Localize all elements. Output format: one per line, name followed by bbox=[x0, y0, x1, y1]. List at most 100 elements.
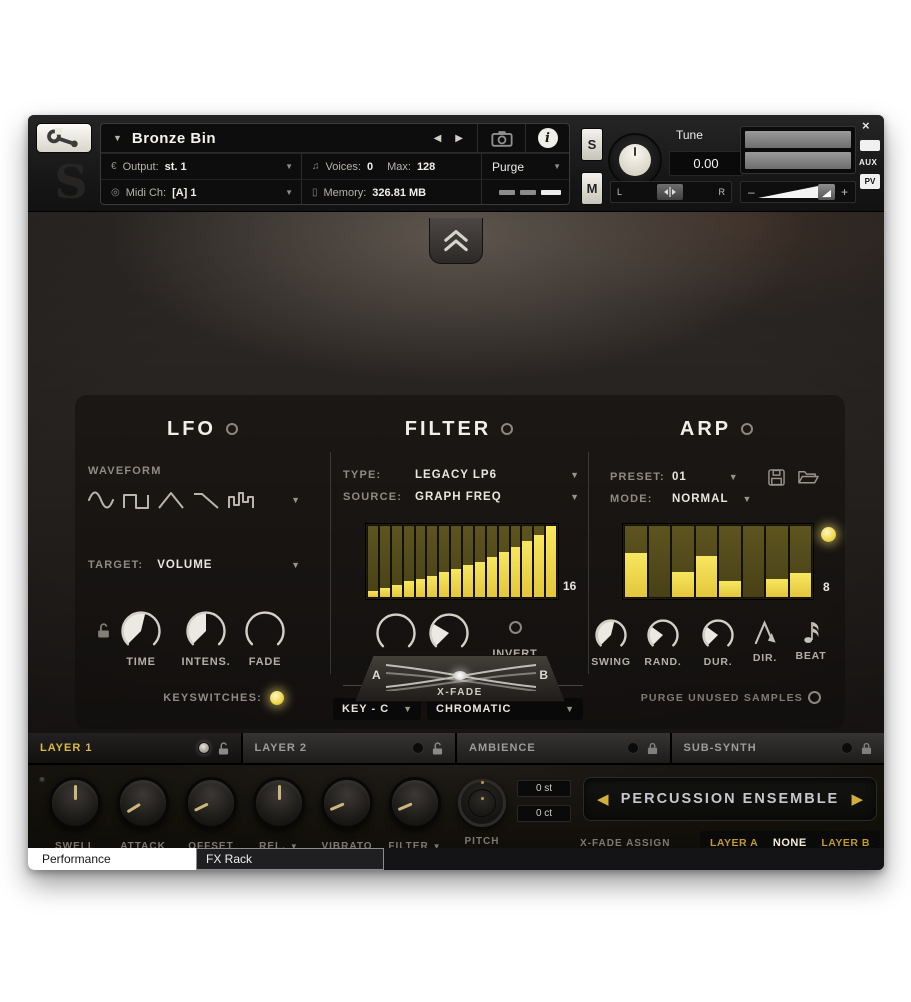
layer-2-led[interactable] bbox=[412, 742, 424, 754]
midi-label: Midi Ch: bbox=[126, 187, 166, 199]
info-icon: i bbox=[538, 128, 558, 148]
volume-slider[interactable]: – + bbox=[740, 181, 856, 203]
filter-power-led[interactable] bbox=[501, 423, 513, 435]
offset-knob[interactable] bbox=[185, 777, 237, 829]
keyswitches-led[interactable] bbox=[270, 691, 284, 705]
lfo-fade-knob[interactable] bbox=[243, 609, 287, 653]
load-preset-folder-icon[interactable] bbox=[798, 469, 819, 485]
sub-synth-led[interactable] bbox=[841, 742, 853, 754]
save-preset-icon[interactable] bbox=[768, 469, 785, 486]
arp-preset-value[interactable]: 01 bbox=[672, 471, 687, 483]
swell-knob-group: SWELL bbox=[41, 777, 109, 852]
prev-instrument-button[interactable]: ◀ bbox=[434, 133, 442, 144]
volume-plus[interactable]: + bbox=[841, 185, 848, 199]
ambience-lock-icon[interactable] bbox=[647, 742, 658, 755]
tab-sub-synth[interactable]: SUB-SYNTH bbox=[672, 733, 885, 763]
pan-center-icon bbox=[663, 187, 677, 197]
tab-layer-1[interactable]: LAYER 1 bbox=[28, 733, 241, 763]
tab-layer-2[interactable]: LAYER 2 bbox=[243, 733, 456, 763]
memory-readout: ▯ Memory: 326.81 MB bbox=[301, 179, 481, 205]
lfo-intensity-knob[interactable] bbox=[184, 609, 228, 653]
filter-resonance-knob[interactable] bbox=[374, 611, 418, 655]
waveform-ramp-icon[interactable] bbox=[193, 489, 219, 511]
arp-beat-note-icon[interactable] bbox=[803, 618, 820, 645]
pan-slider[interactable]: L R bbox=[610, 181, 732, 203]
pan-handle[interactable] bbox=[657, 184, 683, 200]
filter-step-graph[interactable] bbox=[365, 523, 559, 600]
pitch-cent-readout[interactable]: 0 ct bbox=[517, 805, 571, 822]
filter-source-select[interactable]: SOURCE: GRAPH FREQ ▼ bbox=[343, 487, 579, 507]
arp-duration-knob[interactable] bbox=[700, 617, 736, 653]
preset-prev-icon[interactable]: ◀ bbox=[597, 790, 609, 808]
arp-step-graph[interactable] bbox=[622, 523, 814, 600]
close-icon[interactable]: × bbox=[862, 118, 870, 133]
layer-1-lock-icon[interactable] bbox=[218, 742, 229, 755]
arp-random-knob[interactable] bbox=[645, 617, 681, 653]
arp-swing-knob[interactable] bbox=[593, 617, 629, 653]
output-select[interactable]: € Output: st. 1 ▼ bbox=[101, 153, 301, 179]
sub-synth-lock-icon[interactable] bbox=[861, 742, 872, 755]
instrument-menu-caret-icon[interactable]: ▼ bbox=[113, 133, 122, 143]
scale-caret-icon: ▼ bbox=[557, 704, 574, 714]
info-button[interactable]: i bbox=[525, 124, 569, 152]
waveform-selector[interactable]: ▼ bbox=[88, 483, 300, 517]
tab-fx-rack[interactable]: FX Rack bbox=[196, 848, 384, 870]
purge-menu[interactable]: Purge ▼ bbox=[481, 153, 569, 179]
keyswitches-toggle[interactable]: KEYSWITCHES: bbox=[75, 691, 330, 705]
waveform-square-icon[interactable] bbox=[123, 489, 149, 511]
xfade-handle[interactable] bbox=[453, 671, 467, 680]
pitch-semitone-readout[interactable]: 0 st bbox=[517, 780, 571, 797]
tune-value[interactable]: 0.00 bbox=[669, 151, 743, 176]
volume-handle[interactable] bbox=[818, 184, 835, 200]
pv-button[interactable]: PV bbox=[860, 174, 880, 189]
tune-knob[interactable] bbox=[608, 133, 662, 187]
keyswitches-label: KEYSWITCHES: bbox=[163, 692, 262, 704]
solo-button[interactable]: S bbox=[581, 128, 603, 161]
volume-minus[interactable]: – bbox=[748, 185, 755, 199]
filter-frequency-knob[interactable] bbox=[427, 611, 471, 655]
arp-power-led[interactable] bbox=[741, 423, 753, 435]
midi-value: [A] 1 bbox=[172, 187, 196, 199]
lfo-time-knob[interactable] bbox=[119, 609, 163, 653]
xfade-crossfader[interactable]: A B X-FADE bbox=[355, 655, 565, 702]
next-instrument-button[interactable]: ▶ bbox=[455, 133, 463, 144]
pitch-knob[interactable] bbox=[458, 779, 506, 827]
arp-preset-caret-icon[interactable]: ▼ bbox=[729, 472, 738, 482]
minimize-button[interactable] bbox=[860, 140, 880, 151]
arp-beat-label: BEAT bbox=[795, 650, 826, 662]
purge-unused-circle[interactable] bbox=[808, 691, 821, 704]
attack-knob[interactable] bbox=[117, 777, 169, 829]
arp-mode-select[interactable]: MODE: NORMAL ▼ bbox=[610, 489, 842, 509]
mute-button[interactable]: M bbox=[581, 172, 603, 205]
snapshot-camera-button[interactable] bbox=[477, 124, 525, 152]
aux-button[interactable]: AUX bbox=[859, 158, 877, 167]
arp-swing-knob-group: SWING bbox=[586, 617, 636, 668]
layer-1-led[interactable] bbox=[198, 742, 210, 754]
instrument-body: LFO WAVEFORM ▼ TARGET: VOLUME ▼ bbox=[28, 212, 884, 733]
kontakt-header: S ▼ Bronze Bin ◀ ▶ i bbox=[28, 115, 884, 212]
filter-invert-button[interactable] bbox=[509, 621, 522, 634]
swell-knob[interactable] bbox=[49, 777, 101, 829]
purge-unused-samples-button[interactable]: PURGE UNUSED SAMPLES bbox=[588, 691, 845, 704]
arp-direction-icon[interactable] bbox=[753, 619, 778, 646]
arp-graph-led[interactable] bbox=[821, 527, 836, 542]
tab-ambience[interactable]: AMBIENCE bbox=[457, 733, 670, 763]
ambience-led[interactable] bbox=[627, 742, 639, 754]
tab-performance[interactable]: Performance bbox=[28, 848, 196, 870]
waveform-random-icon[interactable] bbox=[228, 489, 254, 511]
lfo-power-led[interactable] bbox=[226, 423, 238, 435]
vibrato-knob[interactable] bbox=[321, 777, 373, 829]
waveform-caret-icon[interactable]: ▼ bbox=[291, 495, 300, 505]
target-caret-icon: ▼ bbox=[291, 560, 300, 570]
midi-channel-select[interactable]: ◎ Midi Ch: [A] 1 ▼ bbox=[101, 179, 301, 205]
filter-type-select[interactable]: TYPE: LEGACY LP6 ▼ bbox=[343, 465, 579, 485]
waveform-sine-icon[interactable] bbox=[88, 489, 114, 511]
waveform-triangle-icon[interactable] bbox=[158, 489, 184, 511]
lfo-target-select[interactable]: TARGET: VOLUME ▼ bbox=[88, 555, 300, 575]
release-knob[interactable] bbox=[253, 777, 305, 829]
edit-wrench-button[interactable] bbox=[36, 123, 92, 153]
layer-2-lock-icon[interactable] bbox=[432, 742, 443, 755]
collapse-panel-button[interactable] bbox=[429, 218, 483, 264]
filter-amount-knob[interactable] bbox=[389, 777, 441, 829]
preset-next-icon[interactable]: ▶ bbox=[851, 790, 863, 808]
